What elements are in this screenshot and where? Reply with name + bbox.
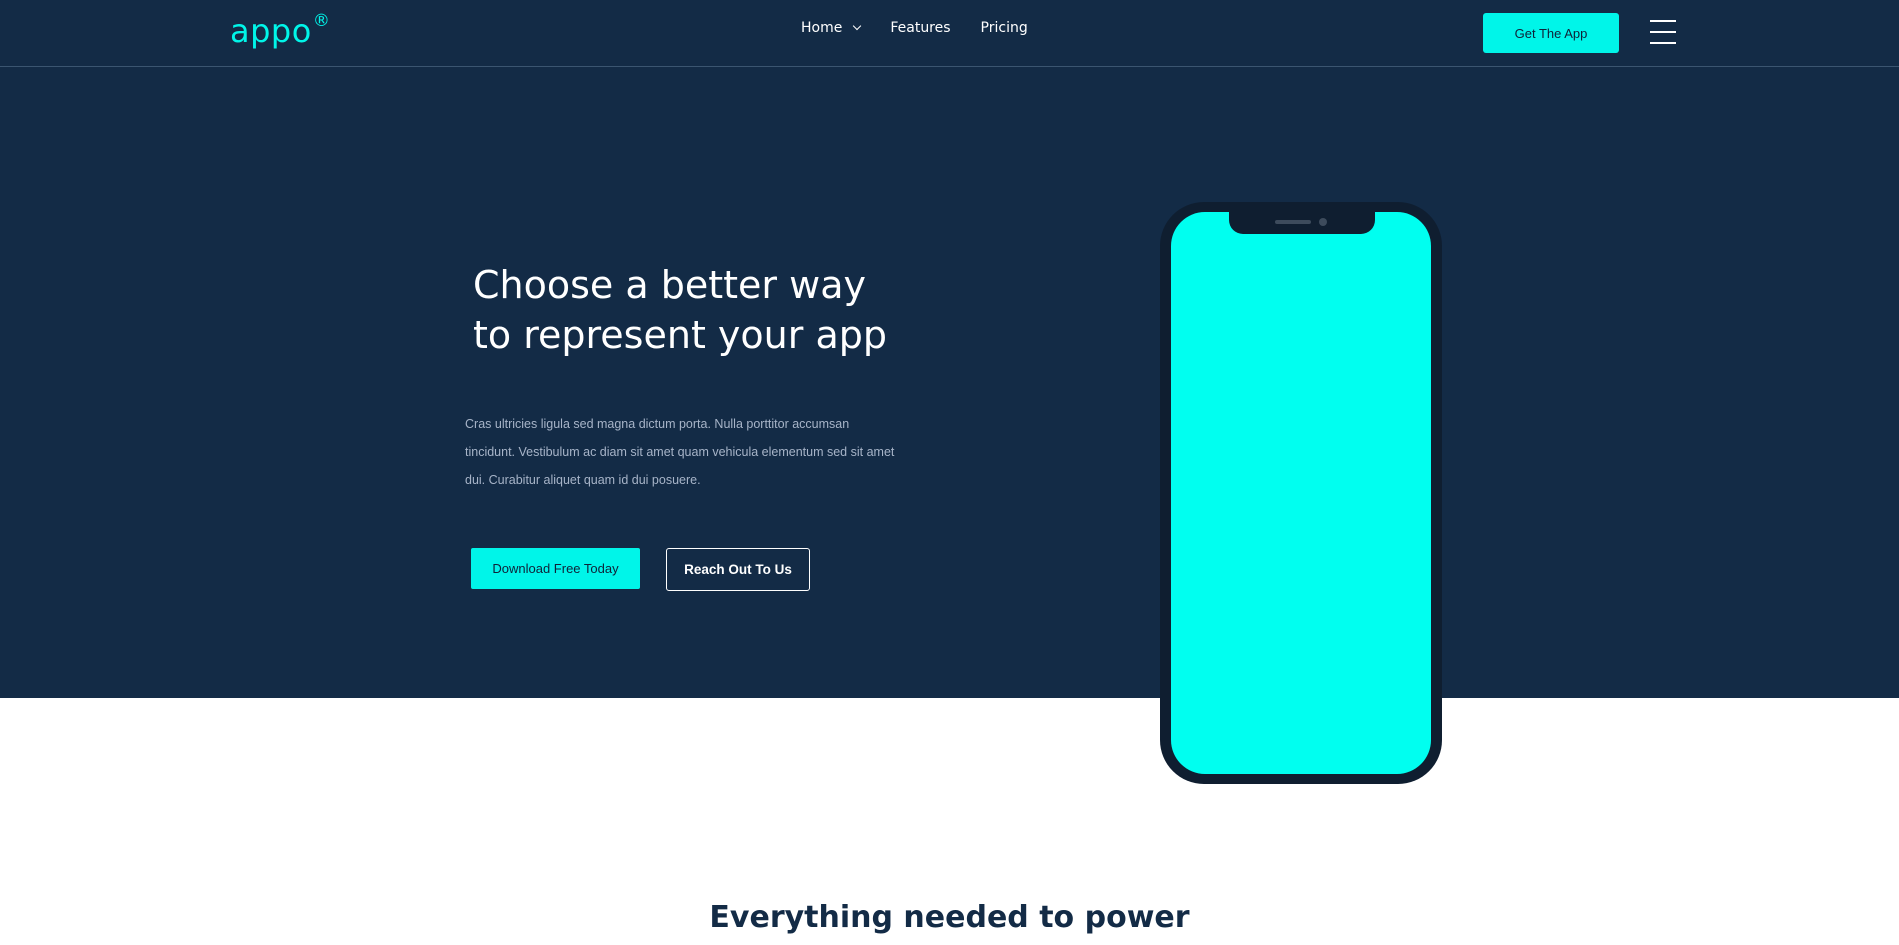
- hero-title: Choose a better way to represent your ap…: [473, 263, 887, 357]
- get-the-app-button[interactable]: Get The App: [1483, 13, 1619, 53]
- nav-item-label: Features: [890, 20, 951, 36]
- camera-icon: [1319, 218, 1327, 226]
- nav-item-home[interactable]: Home: [801, 20, 862, 36]
- speaker-icon: [1275, 220, 1311, 224]
- hamburger-icon[interactable]: [1650, 20, 1676, 45]
- menu-line: [1650, 20, 1676, 23]
- reach-out-button[interactable]: Reach Out To Us: [666, 548, 810, 591]
- hero-description: Cras ultricies ligula sed magna dictum p…: [465, 417, 895, 487]
- nav-item-features[interactable]: Features: [890, 20, 950, 36]
- phone-mockup: [1160, 202, 1442, 784]
- phone-notch: [1229, 212, 1375, 234]
- registered-mark: ®: [312, 11, 331, 32]
- section-title: Everything needed to power: [709, 900, 1190, 935]
- download-free-button[interactable]: Download Free Today: [471, 548, 640, 589]
- phone-screen: [1171, 212, 1431, 774]
- nav-item-label: Pricing: [980, 20, 1028, 36]
- logo[interactable]: appo®: [230, 11, 331, 50]
- nav-item-label: Home: [801, 20, 843, 36]
- menu-line: [1650, 30, 1676, 34]
- logo-text: appo: [230, 12, 312, 50]
- nav-item-pricing[interactable]: Pricing: [981, 20, 1028, 36]
- chevron-down-icon: [853, 21, 862, 31]
- main-nav: Home Features Pricing: [801, 20, 1028, 36]
- hero-background: [0, 0, 1899, 698]
- site-header: appo® Home Features Pricing Get The App: [0, 0, 1899, 67]
- menu-line: [1650, 41, 1676, 45]
